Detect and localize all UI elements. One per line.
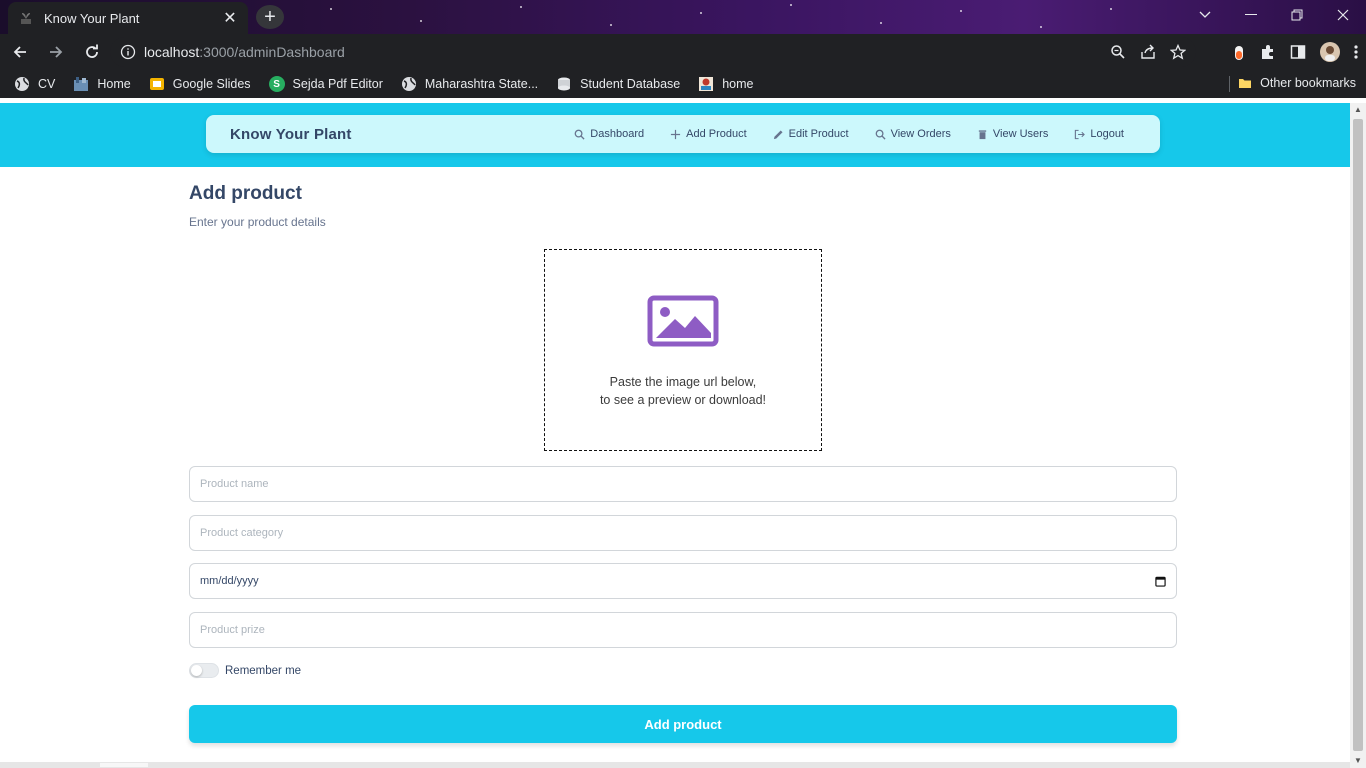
bookmark-cv[interactable]: CV: [14, 76, 55, 92]
pencil-icon: [773, 129, 783, 139]
page-content: Know Your Plant Dashboard Add Product Ed…: [0, 103, 1350, 768]
scroll-up-arrow[interactable]: ▲: [1353, 105, 1363, 115]
plant-favicon-icon: [18, 10, 34, 26]
nav-logout[interactable]: Logout: [1074, 128, 1124, 140]
side-panel-icon[interactable]: [1290, 44, 1306, 60]
page-title: Add product: [189, 183, 302, 204]
scroll-down-arrow[interactable]: ▼: [1353, 756, 1363, 766]
restore-button[interactable]: [1274, 0, 1320, 30]
calendar-icon[interactable]: [1155, 576, 1166, 587]
navbar: Know Your Plant Dashboard Add Product Ed…: [206, 115, 1160, 153]
address-bar[interactable]: localhost:3000/adminDashboard: [110, 37, 1196, 67]
vertical-scrollbar[interactable]: ▲ ▼: [1350, 103, 1366, 768]
nav-view-orders[interactable]: View Orders: [875, 128, 951, 140]
scrollbar-thumb[interactable]: [1353, 119, 1363, 751]
bookmark-home[interactable]: Home: [73, 76, 131, 92]
product-name-input[interactable]: [189, 466, 1177, 502]
date-placeholder: mm/dd/yyyy: [200, 575, 259, 587]
sejda-icon: S: [268, 76, 285, 92]
back-button[interactable]: [4, 36, 36, 68]
extensions-puzzle-icon[interactable]: [1260, 44, 1276, 60]
url-host: localhost: [144, 44, 200, 60]
menu-kebab-icon[interactable]: [1354, 44, 1358, 60]
image-icon: [647, 295, 719, 347]
plus-icon: [671, 129, 681, 139]
add-product-button[interactable]: Add product: [189, 705, 1177, 743]
remember-me-label: Remember me: [225, 664, 302, 677]
trash-icon: [978, 129, 987, 139]
share-icon[interactable]: [1140, 44, 1156, 60]
search-icon: [574, 129, 585, 140]
browser-tab[interactable]: Know Your Plant ✕: [8, 2, 248, 34]
tab-title: Know Your Plant: [44, 10, 140, 26]
nav-dashboard[interactable]: Dashboard: [574, 128, 644, 140]
extension-bottle-icon[interactable]: [1232, 43, 1246, 61]
bookmark-student-database[interactable]: Student Database: [556, 76, 680, 92]
forward-button[interactable]: [40, 36, 72, 68]
minimize-button[interactable]: [1228, 0, 1274, 30]
home-favicon-icon: [74, 77, 89, 91]
bookmarks-bar: CV Home Google Slides S Sejda Pdf Editor…: [0, 70, 1366, 98]
globe-icon: [15, 77, 29, 91]
star-bookmark-icon[interactable]: [1170, 44, 1186, 60]
zoom-icon[interactable]: [1110, 44, 1126, 60]
close-window-button[interactable]: [1320, 0, 1366, 30]
browser-titlebar: Know Your Plant ✕ +: [0, 0, 1366, 34]
reload-button[interactable]: [76, 36, 108, 68]
remember-me-row: Remember me: [189, 663, 301, 678]
url-path: :3000/adminDashboard: [199, 44, 345, 60]
other-bookmarks[interactable]: Other bookmarks: [1238, 76, 1356, 90]
tab-close-icon[interactable]: ✕: [222, 10, 238, 27]
browser-toolbar: localhost:3000/adminDashboard: [0, 34, 1366, 70]
brand-logo[interactable]: Know Your Plant: [230, 126, 352, 143]
page-subtitle: Enter your product details: [189, 215, 326, 229]
bookmark-home-2[interactable]: home: [698, 76, 754, 92]
preview-hint: Paste the image url below, to see a prev…: [599, 375, 767, 407]
nav-view-users[interactable]: View Users: [977, 128, 1048, 140]
arrow-right-icon: [50, 46, 63, 58]
search-icon: [875, 129, 886, 140]
profile-avatar[interactable]: [1320, 42, 1340, 62]
database-icon: [558, 77, 571, 91]
home-favicon-icon: [699, 77, 714, 91]
arrow-left-icon: [13, 46, 26, 58]
info-icon[interactable]: [120, 44, 136, 60]
product-price-input[interactable]: [189, 612, 1177, 648]
slides-icon: [149, 78, 164, 90]
bookmark-maharashtra[interactable]: Maharashtra State...: [401, 76, 538, 92]
tab-search-icon[interactable]: [1182, 0, 1228, 30]
nav-edit-product[interactable]: Edit Product: [773, 128, 849, 140]
bookmark-google-slides[interactable]: Google Slides: [149, 76, 251, 92]
product-category-input[interactable]: [189, 515, 1177, 551]
bookmark-sejda[interactable]: S Sejda Pdf Editor: [268, 76, 383, 92]
product-date-input[interactable]: mm/dd/yyyy: [189, 563, 1177, 599]
image-preview-dropzone[interactable]: Paste the image url below, to see a prev…: [544, 249, 822, 451]
reload-icon: [86, 44, 98, 58]
nav-add-product[interactable]: Add Product: [670, 128, 747, 140]
horizontal-scrollbar[interactable]: [0, 762, 1350, 768]
globe-icon: [401, 77, 416, 91]
bookmarks-separator: [1229, 76, 1230, 92]
new-tab-button[interactable]: +: [256, 5, 284, 29]
logout-icon: [1075, 129, 1086, 139]
remember-me-toggle[interactable]: [189, 663, 219, 678]
folder-icon: [1239, 79, 1252, 88]
